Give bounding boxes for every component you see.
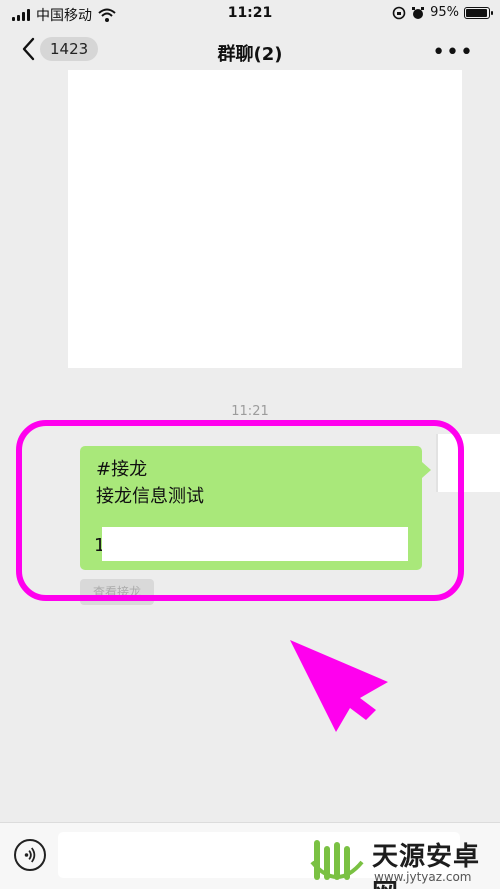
more-icon[interactable]: ••• [432,40,474,65]
nav-bar: 1423 群聊(2) ••• [0,28,500,74]
message-timestamp: 11:21 [231,404,269,419]
pointer-arrow-icon [290,640,388,732]
battery-fill [466,8,487,17]
image-message[interactable] [68,70,462,368]
battery-icon [464,6,493,19]
highlight-box [16,420,464,601]
alarm-icon [412,6,425,19]
status-bar: 中国移动 11:21 95% [0,0,500,28]
watermark-url: www.jytyaz.com [374,870,472,884]
voice-icon[interactable] [14,839,46,871]
watermark: 天源安卓网 www.jytyaz.com [300,830,500,889]
status-right: 95% [392,5,493,20]
battery-percent: 95% [430,5,459,20]
page-title: 群聊(2) [217,44,283,65]
lock-rotation-icon [392,6,406,19]
android-logo-icon [310,840,364,880]
